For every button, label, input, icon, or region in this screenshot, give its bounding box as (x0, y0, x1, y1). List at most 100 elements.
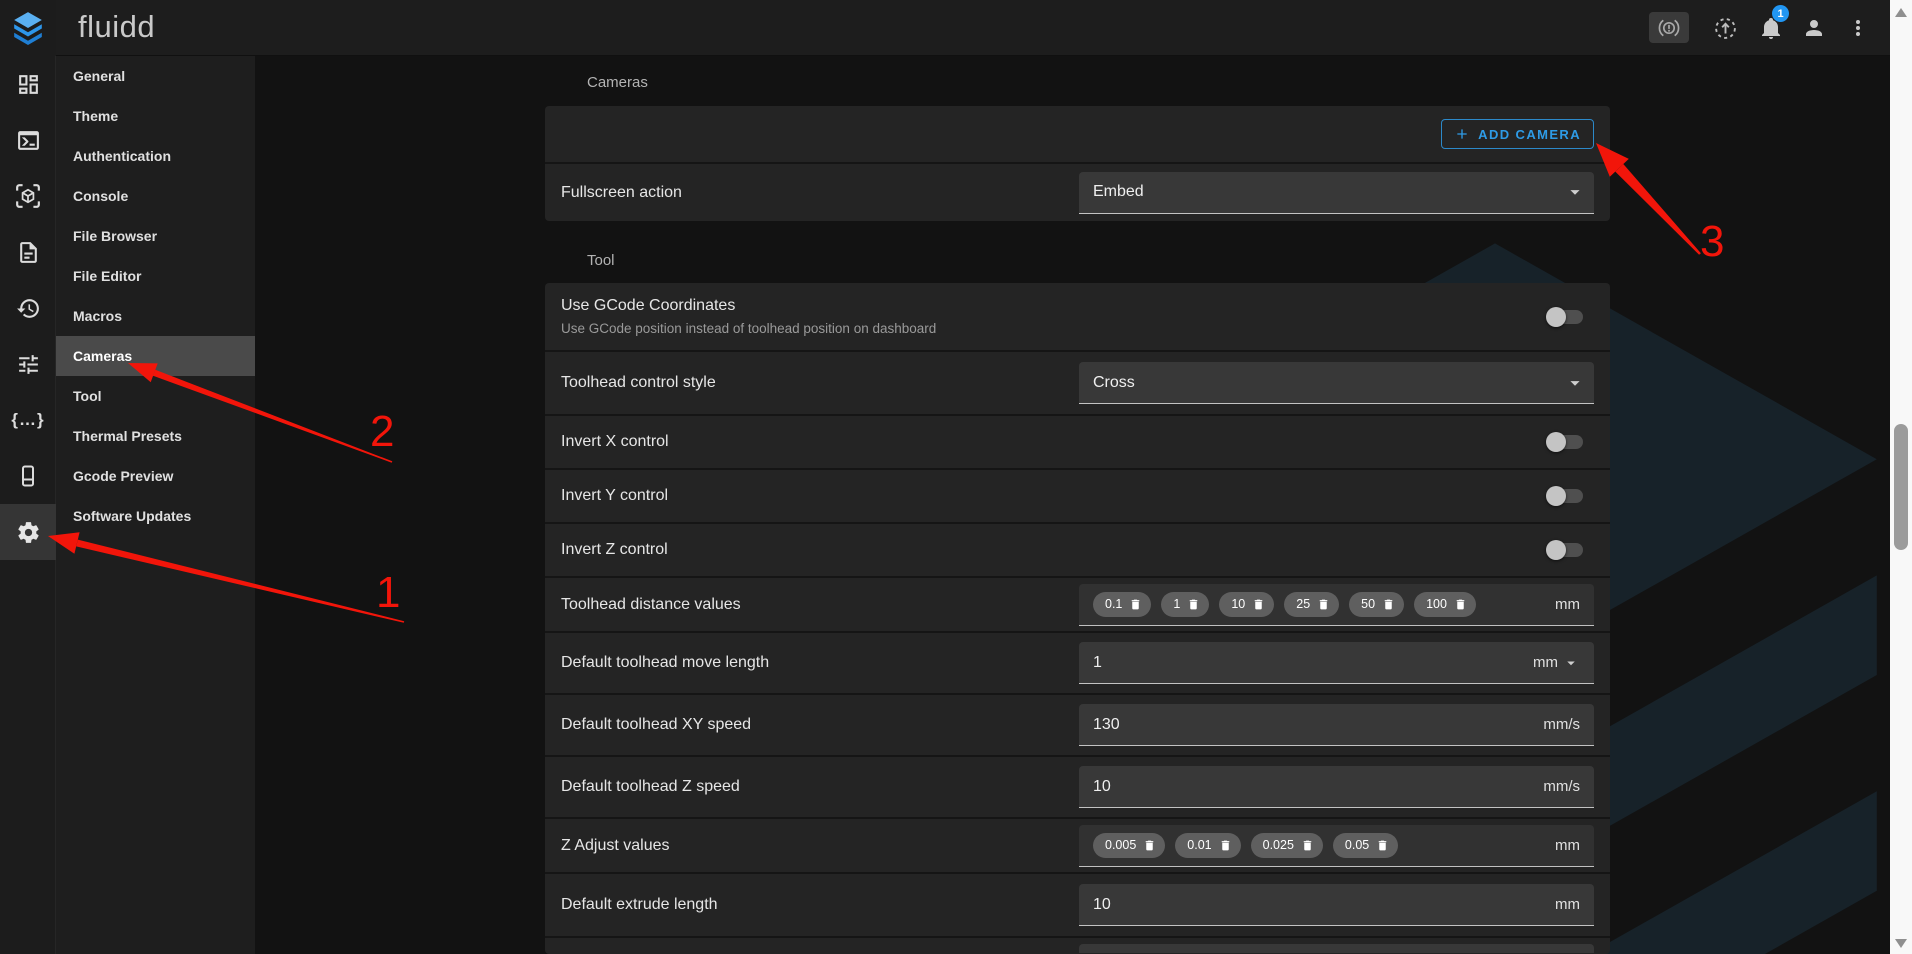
rail-item-macros[interactable]: {…} (0, 392, 56, 448)
invert-y-label: Invert Y control (561, 487, 668, 505)
value-chip[interactable]: 100 (1414, 592, 1476, 617)
default-move-length-field: mm (1079, 642, 1594, 684)
delete-icon[interactable] (1317, 598, 1330, 611)
icon-rail: {…} (0, 56, 56, 954)
partial-next-row (545, 938, 1610, 952)
delete-icon[interactable] (1129, 598, 1142, 611)
delete-icon[interactable] (1219, 839, 1232, 852)
invert-x-row: Invert X control (545, 416, 1610, 468)
emergency-stop-icon (1658, 17, 1680, 39)
fluidd-logo-icon (11, 11, 45, 45)
scroll-down-arrow[interactable] (1895, 939, 1907, 948)
invert-z-label: Invert Z control (561, 541, 668, 559)
add-camera-button[interactable]: ADD CAMERA (1441, 119, 1594, 149)
rail-item-dashboard[interactable] (0, 56, 56, 112)
settings-content: Cameras ADD CAMERA Fullscreen action Emb… (255, 56, 1890, 954)
menu-item-tool[interactable]: Tool (56, 376, 255, 416)
gcode-coordinates-subtitle: Use GCode position instead of toolhead p… (561, 321, 936, 336)
value-chip[interactable]: 0.1 (1093, 592, 1151, 617)
default-extrude-length-input[interactable] (1079, 896, 1555, 914)
console-icon (16, 128, 41, 153)
cameras-card: ADD CAMERA Fullscreen action Embed (545, 106, 1610, 221)
invert-x-label: Invert X control (561, 433, 669, 451)
printer-tower-icon (16, 464, 40, 488)
menu-item-theme[interactable]: Theme (56, 96, 255, 136)
value-chip[interactable]: 50 (1349, 592, 1404, 617)
toolhead-control-style-select[interactable]: Cross (1079, 362, 1594, 404)
default-move-length-input[interactable] (1079, 654, 1533, 672)
value-chip[interactable]: 25 (1284, 592, 1339, 617)
value-chip[interactable]: 10 (1219, 592, 1274, 617)
account-icon (1802, 16, 1826, 40)
rail-item-tune[interactable] (0, 336, 56, 392)
rail-item-jobs[interactable] (0, 224, 56, 280)
menu-item-thermal-presets[interactable]: Thermal Presets (56, 416, 255, 456)
menu-item-file-browser[interactable]: File Browser (56, 216, 255, 256)
default-z-speed-row: Default toolhead Z speed mm/s (545, 757, 1610, 817)
default-move-length-label: Default toolhead move length (561, 654, 769, 672)
tool-card: Use GCode Coordinates Use GCode position… (545, 283, 1610, 954)
delete-icon[interactable] (1252, 598, 1265, 611)
toolhead-distance-values-row: Toolhead distance values 0.1 1 10 25 50 … (545, 578, 1610, 631)
default-xy-speed-input[interactable] (1079, 716, 1543, 734)
invert-y-row: Invert Y control (545, 470, 1610, 522)
rail-item-console[interactable] (0, 112, 56, 168)
menu-item-console[interactable]: Console (56, 176, 255, 216)
gcode-coordinates-row: Use GCode Coordinates Use GCode position… (545, 283, 1610, 350)
account-button[interactable] (1801, 15, 1827, 41)
overflow-menu-button[interactable] (1845, 15, 1871, 41)
emergency-stop-button[interactable] (1649, 12, 1689, 43)
menu-item-general[interactable]: General (56, 56, 255, 96)
invert-z-toggle[interactable] (1546, 538, 1586, 562)
braces-icon: {…} (11, 410, 44, 430)
value-chip[interactable]: 0.025 (1251, 833, 1323, 858)
scroll-up-arrow[interactable] (1895, 8, 1907, 17)
value-chip[interactable]: 0.05 (1333, 833, 1398, 858)
value-chip[interactable]: 0.005 (1093, 833, 1165, 858)
delete-icon[interactable] (1301, 839, 1314, 852)
fullscreen-action-select[interactable]: Embed (1079, 172, 1594, 214)
toolhead-control-style-row: Toolhead control style Cross (545, 352, 1610, 414)
chips-list: 0.1 1 10 25 50 100 (1079, 592, 1476, 617)
chevron-down-icon (1564, 181, 1586, 203)
invert-y-toggle[interactable] (1546, 484, 1586, 508)
menu-item-macros[interactable]: Macros (56, 296, 255, 336)
plus-icon (1454, 126, 1470, 142)
toggle-thumb (1546, 432, 1566, 452)
default-z-speed-input[interactable] (1079, 778, 1543, 796)
scrollbar[interactable] (1890, 0, 1912, 954)
rail-item-printer[interactable] (0, 448, 56, 504)
rail-item-settings[interactable] (0, 504, 56, 560)
menu-item-cameras[interactable]: Cameras (56, 336, 255, 376)
toggle-thumb (1546, 307, 1566, 327)
check-updates-button[interactable] (1712, 15, 1738, 41)
unit-suffix: mm (1555, 837, 1594, 854)
value-chip[interactable]: 1 (1161, 592, 1209, 617)
chips-list: 0.005 0.01 0.025 0.05 (1079, 833, 1398, 858)
delete-icon[interactable] (1143, 839, 1156, 852)
gcode-coordinates-toggle[interactable] (1546, 305, 1586, 329)
cube-scan-icon (15, 183, 41, 209)
delete-icon[interactable] (1454, 598, 1467, 611)
menu-item-file-editor[interactable]: File Editor (56, 256, 255, 296)
default-extrude-length-row: Default extrude length mm (545, 874, 1610, 936)
z-adjust-values-field[interactable]: 0.005 0.01 0.025 0.05 mm (1079, 825, 1594, 867)
notification-count-badge: 1 (1772, 5, 1789, 22)
scrollbar-thumb[interactable] (1894, 424, 1908, 550)
value-chip[interactable]: 0.01 (1175, 833, 1240, 858)
menu-item-software-updates[interactable]: Software Updates (56, 496, 255, 536)
delete-icon[interactable] (1187, 598, 1200, 611)
invert-x-toggle[interactable] (1546, 430, 1586, 454)
menu-item-gcode-preview[interactable]: Gcode Preview (56, 456, 255, 496)
delete-icon[interactable] (1382, 598, 1395, 611)
toolhead-control-style-label: Toolhead control style (561, 374, 716, 392)
unit-select[interactable]: mm (1533, 654, 1594, 672)
toolhead-distance-values-field[interactable]: 0.1 1 10 25 50 100 mm (1079, 584, 1594, 626)
rail-item-gcode-preview[interactable] (0, 168, 56, 224)
delete-icon[interactable] (1376, 839, 1389, 852)
rail-item-history[interactable] (0, 280, 56, 336)
app-logo[interactable] (0, 0, 56, 56)
menu-item-authentication[interactable]: Authentication (56, 136, 255, 176)
section-title-tool: Tool (587, 252, 615, 269)
default-z-speed-label: Default toolhead Z speed (561, 778, 740, 796)
